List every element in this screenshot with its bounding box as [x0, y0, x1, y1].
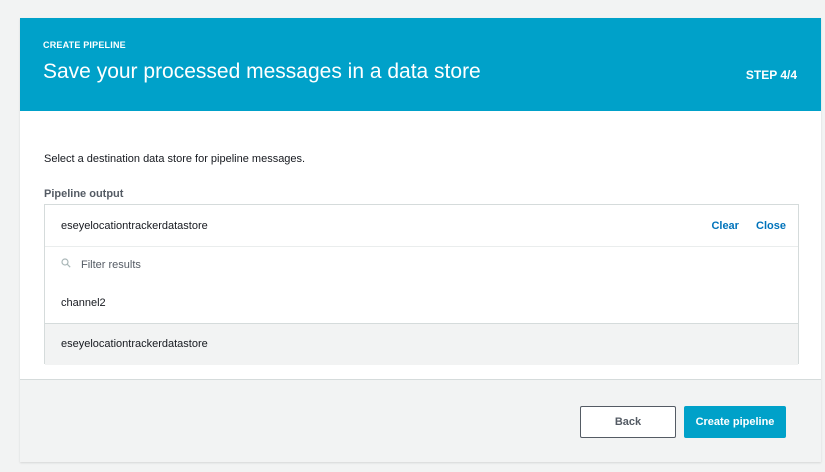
wizard-eyebrow: CREATE PIPELINE: [43, 40, 126, 50]
dropdown-actions: Clear Close: [711, 220, 786, 232]
dropdown-header[interactable]: eseyelocationtrackerdatastore Clear Clos…: [45, 205, 798, 247]
create-pipeline-card: CREATE PIPELINE Save your processed mess…: [20, 18, 821, 462]
option-channel2[interactable]: channel2: [45, 283, 798, 324]
option-eseyelocationtrackerdatastore[interactable]: eseyelocationtrackerdatastore: [45, 324, 798, 365]
selected-value: eseyelocationtrackerdatastore: [61, 220, 208, 232]
back-button[interactable]: Back: [580, 406, 676, 438]
pipeline-output-label: Pipeline output: [44, 188, 124, 200]
wizard-body: Select a destination data store for pipe…: [20, 111, 821, 379]
clear-button[interactable]: Clear: [711, 220, 739, 232]
create-pipeline-button[interactable]: Create pipeline: [684, 406, 786, 438]
option-label: channel2: [61, 297, 106, 309]
pipeline-output-dropdown[interactable]: eseyelocationtrackerdatastore Clear Clos…: [44, 204, 799, 365]
option-label: eseyelocationtrackerdatastore: [61, 338, 208, 350]
wizard-footer: Back Create pipeline: [20, 379, 821, 462]
step-description: Select a destination data store for pipe…: [44, 153, 306, 165]
page-title: Save your processed messages in a data s…: [43, 60, 481, 83]
search-icon: [61, 258, 71, 268]
wizard-header: CREATE PIPELINE Save your processed mess…: [20, 18, 821, 111]
filter-row: [45, 246, 798, 283]
step-indicator: STEP 4/4: [745, 68, 797, 82]
filter-input[interactable]: [79, 255, 383, 275]
close-button[interactable]: Close: [756, 220, 786, 232]
